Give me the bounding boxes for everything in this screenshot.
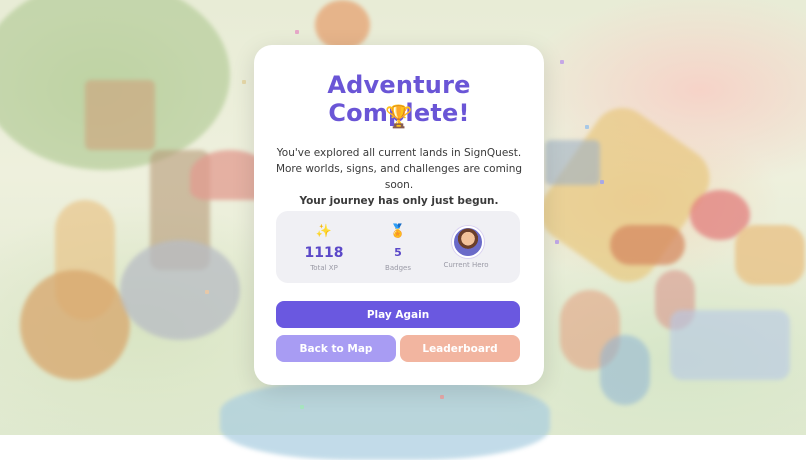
back-to-map-button[interactable]: Back to Map (276, 335, 396, 362)
hotdog (610, 225, 685, 265)
kids-group (600, 335, 650, 405)
confetti (205, 290, 209, 294)
message-line: More worlds, signs, and challenges are c… (275, 163, 523, 191)
elephant (120, 240, 240, 340)
river (220, 380, 550, 460)
pancakes (735, 225, 805, 285)
bed (670, 310, 790, 380)
confetti (555, 240, 559, 244)
hot-air-balloon (315, 0, 370, 50)
lion (20, 270, 130, 380)
confetti (295, 30, 299, 34)
play-again-button[interactable]: Play Again (276, 301, 520, 328)
message-emphasis: Your journey has only just begun. (299, 195, 499, 207)
adventure-complete-dialog: Adventure Complete! 🏆 You've explored al… (254, 45, 544, 385)
confetti (440, 395, 444, 399)
sparkles-icon: ✨ (315, 224, 333, 239)
confetti (300, 405, 304, 409)
confetti (585, 125, 589, 129)
dialog-message: You've explored all current lands in Sig… (264, 145, 534, 209)
stats-panel: ✨ 1118 Total XP 🏅 5 Badges Current Hero (276, 211, 520, 283)
treehouse (85, 80, 155, 150)
stat-label: Total XP (310, 264, 338, 272)
house (545, 140, 600, 185)
confetti (600, 180, 604, 184)
leaderboard-button[interactable]: Leaderboard (400, 335, 520, 362)
stat-total-xp: ✨ 1118 Total XP (284, 211, 364, 283)
trophy-icon: 🏆 (385, 105, 413, 130)
stat-label: Current Hero (443, 261, 489, 269)
confetti (242, 80, 246, 84)
hero-avatar (452, 226, 484, 258)
stat-current-hero: Current Hero (426, 211, 506, 283)
message-line: You've explored all current lands in Sig… (276, 147, 522, 159)
stat-value: 1118 (304, 245, 344, 261)
confetti (560, 60, 564, 64)
